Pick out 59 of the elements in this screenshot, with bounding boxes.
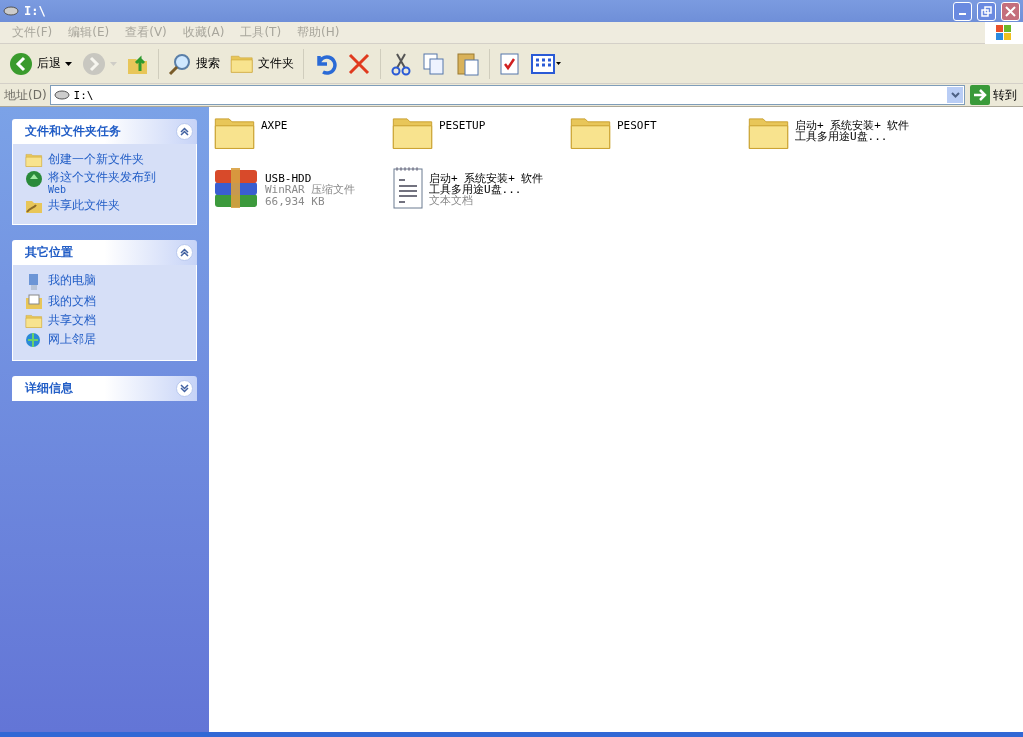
restore-button[interactable] xyxy=(977,1,996,21)
chevron-button[interactable] xyxy=(176,244,193,262)
file-item[interactable]: 启动+ 系统安装+ 软件工具多用途U盘... 文本文档 xyxy=(391,166,569,219)
folder-icon xyxy=(25,313,43,329)
close-button[interactable] xyxy=(1001,1,1020,21)
address-field[interactable]: I:\ xyxy=(49,85,965,105)
restore-icon xyxy=(981,5,992,17)
copy-icon xyxy=(422,51,446,76)
chevron-button[interactable] xyxy=(176,123,193,140)
caret-icon xyxy=(110,61,117,66)
chevron-button[interactable] xyxy=(176,379,193,397)
task-link[interactable]: 将这个文件夹发布到 Web xyxy=(25,170,186,196)
panel-header[interactable]: 文件和文件夹任务 xyxy=(12,119,197,144)
drive-icon xyxy=(3,6,19,16)
go-arrow-icon xyxy=(970,85,990,105)
delete-icon xyxy=(347,51,371,76)
network-globe-icon xyxy=(25,331,43,350)
address-label: 地址(D) xyxy=(4,86,47,104)
search-button[interactable]: 搜索 xyxy=(165,49,223,78)
file-item[interactable]: AXPE xyxy=(213,113,391,166)
file-item[interactable]: PESOFT xyxy=(569,113,747,166)
properties-icon xyxy=(499,51,521,76)
close-icon xyxy=(1005,5,1016,17)
task-link[interactable]: 我的电脑 xyxy=(25,273,186,292)
folder-up-icon xyxy=(127,52,149,75)
double-chevron-icon xyxy=(180,248,189,258)
file-item[interactable]: 启动+ 系统安装+ 软件工具多用途U盘... xyxy=(747,113,925,166)
chevron-down-icon xyxy=(950,92,960,98)
minimize-button[interactable] xyxy=(953,1,972,21)
task-link[interactable]: 共享文档 xyxy=(25,313,186,329)
back-button[interactable]: 后退 xyxy=(6,49,75,78)
views-grid-icon xyxy=(531,52,561,75)
window-title: I:\ xyxy=(24,4,47,18)
task-link[interactable]: 网上邻居 xyxy=(25,331,186,350)
file-item[interactable]: USB-HDD WinRAR 压缩文件 66,934 KB xyxy=(213,166,391,219)
dropdown-button[interactable] xyxy=(947,87,963,103)
minimize-icon xyxy=(959,13,966,15)
double-chevron-icon xyxy=(180,127,189,136)
task-link[interactable]: 创建一个新文件夹 xyxy=(25,152,186,168)
file-item[interactable]: PESETUP xyxy=(391,113,569,166)
search-icon xyxy=(168,51,192,76)
scissors-icon xyxy=(390,51,412,76)
go-button[interactable]: 转到 xyxy=(968,85,1019,105)
drive-icon xyxy=(53,90,70,100)
flag-logo-icon xyxy=(985,21,1023,44)
double-chevron-icon xyxy=(180,383,189,393)
task-link[interactable]: 共享此文件夹 xyxy=(25,198,186,215)
folder-icon xyxy=(25,152,43,168)
folders-button[interactable]: 文件夹 xyxy=(227,51,297,76)
panel-header[interactable]: 其它位置 xyxy=(12,240,197,266)
panel-header[interactable]: 详细信息 xyxy=(12,375,197,401)
shared-folder-icon xyxy=(25,198,43,215)
documents-folder-icon xyxy=(25,294,43,311)
globe-icon xyxy=(25,170,43,189)
folders-icon xyxy=(230,53,254,74)
notepad-icon xyxy=(391,166,425,210)
task-link[interactable]: 我的文档 xyxy=(25,294,186,311)
clipboard-icon xyxy=(456,50,480,77)
caret-icon xyxy=(65,61,72,66)
